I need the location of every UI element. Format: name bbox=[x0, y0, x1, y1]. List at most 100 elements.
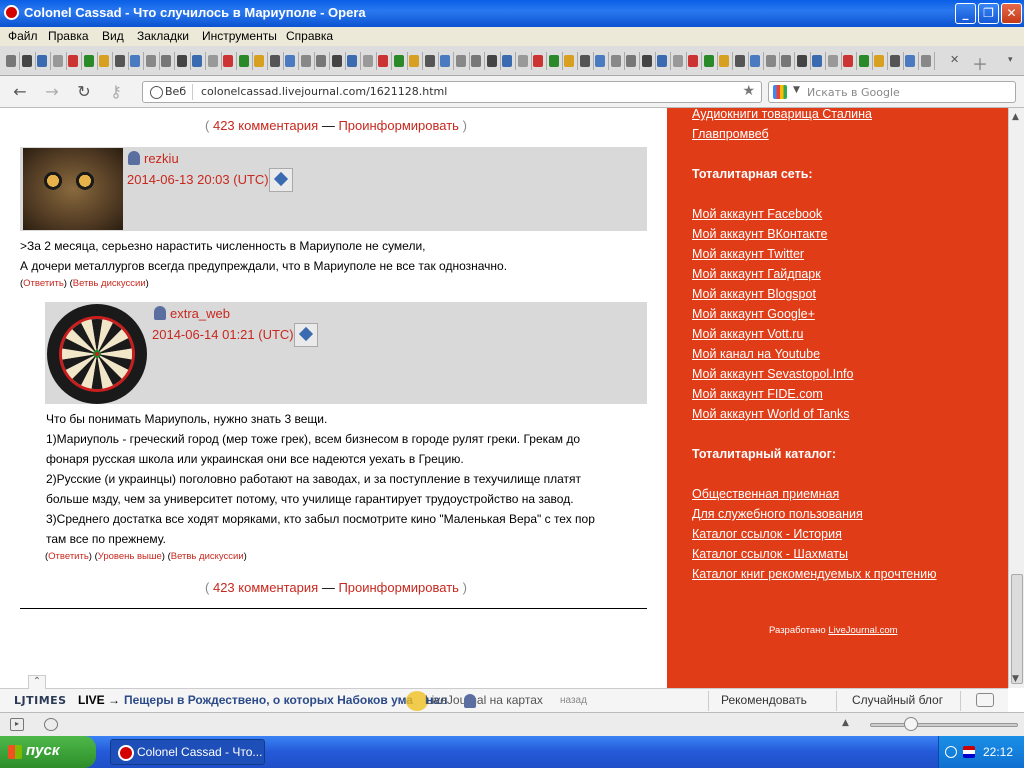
comment-date[interactable]: 2014-06-13 20:03 (UTC) bbox=[127, 172, 269, 187]
news-headline[interactable]: Пещеры в Рождествено, о которых Набоков … bbox=[124, 693, 413, 707]
scroll-down-icon[interactable]: ▼ bbox=[1012, 674, 1019, 684]
tab-favicon-icon[interactable] bbox=[471, 55, 481, 67]
comments-count-link[interactable]: 423 комментария bbox=[213, 118, 318, 133]
recommend-button[interactable]: Рекомендовать bbox=[721, 693, 807, 707]
tab-favicon-icon[interactable] bbox=[130, 55, 140, 67]
inform-link[interactable]: Проинформировать bbox=[338, 118, 459, 133]
sidebar-link[interactable]: Каталог ссылок - Шахматы bbox=[692, 547, 848, 561]
menu-file[interactable]: Файл bbox=[8, 29, 38, 43]
zoom-slider[interactable] bbox=[870, 723, 1018, 727]
tab-favicon-icon[interactable] bbox=[161, 55, 171, 67]
search-engine-dropdown-icon[interactable]: ▼ bbox=[793, 85, 800, 95]
parent-link[interactable]: Уровень выше bbox=[98, 551, 162, 562]
sidebar-link[interactable]: Главпромвеб bbox=[692, 127, 769, 141]
tab-favicon-icon[interactable] bbox=[548, 55, 559, 67]
ljtimes-logo[interactable]: LJTIMES bbox=[14, 694, 67, 707]
tab-favicon-icon[interactable] bbox=[641, 55, 652, 67]
livejournal-link[interactable]: LiveJournal.com bbox=[828, 625, 897, 636]
sidebar-link[interactable]: Мой аккаунт Google+ bbox=[692, 307, 815, 321]
flag-icon[interactable] bbox=[963, 746, 975, 758]
web-badge[interactable]: Веб bbox=[147, 84, 194, 100]
tab-favicon-icon[interactable] bbox=[703, 55, 714, 67]
user-icon[interactable] bbox=[128, 151, 140, 165]
tab-menu-icon[interactable]: ▾ bbox=[1008, 55, 1013, 65]
comment-username[interactable]: extra_web bbox=[154, 306, 230, 321]
tab-favicon-icon[interactable] bbox=[378, 55, 388, 67]
tab-favicon-icon[interactable] bbox=[331, 55, 342, 67]
scroll-up-icon[interactable]: ▲ bbox=[1012, 112, 1019, 122]
tab-favicon-icon[interactable] bbox=[238, 55, 249, 67]
thread-link[interactable]: Ветвь дискуссии bbox=[171, 551, 244, 562]
minimize-button[interactable]: _ bbox=[955, 3, 976, 24]
tab-favicon-icon[interactable] bbox=[579, 55, 590, 67]
tab-favicon-icon[interactable] bbox=[657, 55, 667, 67]
taskbar-item-opera[interactable]: Colonel Cassad - Что... bbox=[110, 739, 265, 765]
expand-up-icon[interactable]: ⌃ bbox=[28, 675, 46, 689]
dartboard-avatar[interactable] bbox=[47, 304, 147, 407]
tab-favicon-icon[interactable] bbox=[750, 55, 760, 67]
tab-favicon-icon[interactable] bbox=[858, 55, 869, 67]
sidebar-link[interactable]: Мой аккаунт Vott.ru bbox=[692, 327, 803, 341]
tab-favicon-icon[interactable] bbox=[347, 55, 357, 67]
tab-favicon-icon[interactable] bbox=[564, 55, 574, 67]
sidebar-link[interactable]: Каталог книг рекомендуемых к прочтению bbox=[692, 567, 937, 581]
search-field[interactable]: ▼ Искать в Google bbox=[768, 81, 1016, 103]
search-placeholder[interactable]: Искать в Google bbox=[807, 86, 900, 99]
user-icon[interactable] bbox=[154, 306, 166, 320]
tab-favicon-icon[interactable] bbox=[812, 55, 822, 67]
tab-favicon-icon[interactable] bbox=[52, 55, 63, 67]
tab-favicon-icon[interactable] bbox=[533, 55, 543, 67]
sidebar-link[interactable]: Аудиокниги товарища Сталина bbox=[692, 108, 872, 121]
comment-date[interactable]: 2014-06-14 01:21 (UTC) bbox=[152, 327, 294, 342]
maximize-button[interactable]: ❐ bbox=[978, 3, 999, 24]
start-button[interactable]: пуск bbox=[0, 736, 96, 768]
inform-link[interactable]: Проинформировать bbox=[338, 580, 459, 595]
tab-favicon-icon[interactable] bbox=[874, 55, 884, 67]
tab-favicon-icon[interactable] bbox=[719, 55, 729, 67]
tab-favicon-icon[interactable] bbox=[424, 55, 435, 67]
sidebar-link[interactable]: Мой аккаунт Twitter bbox=[692, 247, 804, 261]
tab-favicon-icon[interactable] bbox=[595, 55, 605, 67]
tab-favicon-icon[interactable] bbox=[254, 55, 264, 67]
tab-favicon-icon[interactable] bbox=[486, 55, 497, 67]
menu-edit[interactable]: Правка bbox=[48, 29, 89, 43]
address-field[interactable]: Веб colonelcassad.livejournal.com/162112… bbox=[142, 81, 762, 103]
tab-favicon-icon[interactable] bbox=[843, 55, 853, 67]
tab-favicon-icon[interactable] bbox=[688, 55, 698, 67]
back-icon[interactable]: ← bbox=[10, 82, 30, 102]
tab-favicon-icon[interactable] bbox=[269, 55, 280, 67]
tab-favicon-icon[interactable] bbox=[223, 55, 233, 67]
tab-favicon-icon[interactable] bbox=[440, 55, 450, 67]
tab-favicon-icon[interactable] bbox=[145, 55, 156, 67]
reply-link[interactable]: Ответить bbox=[23, 278, 64, 289]
tab-favicon-icon[interactable] bbox=[83, 55, 94, 67]
sidebar-link[interactable]: Мой аккаунт ВКонтакте bbox=[692, 227, 827, 241]
tab-favicon-icon[interactable] bbox=[905, 55, 915, 67]
tab-favicon-icon[interactable] bbox=[889, 55, 900, 67]
google-icon[interactable] bbox=[773, 85, 787, 99]
sidebar-link[interactable]: Мой аккаунт Facebook bbox=[692, 207, 822, 221]
close-button[interactable]: ✕ bbox=[1001, 3, 1022, 24]
sidebar-link[interactable]: Мой аккаунт Гайдпарк bbox=[692, 267, 821, 281]
tab-favicon-icon[interactable] bbox=[300, 55, 311, 67]
news-overlay[interactable]: нал LiveJournal на картах bbox=[425, 693, 569, 707]
tab-favicon-icon[interactable] bbox=[99, 55, 109, 67]
tab-favicon-icon[interactable] bbox=[192, 55, 202, 67]
tab-favicon-icon[interactable] bbox=[285, 55, 295, 67]
menu-help[interactable]: Справка bbox=[286, 29, 333, 43]
menu-view[interactable]: Вид bbox=[102, 29, 124, 43]
tab-favicon-icon[interactable] bbox=[37, 55, 47, 67]
chat-icon[interactable] bbox=[976, 693, 994, 707]
sidebar-link[interactable]: Мой аккаунт Sevastopol.Info bbox=[692, 367, 853, 381]
zoom-slider-knob[interactable] bbox=[904, 717, 918, 731]
pin-icon[interactable] bbox=[269, 168, 293, 192]
zoom-menu-icon[interactable]: ▲ bbox=[842, 718, 849, 728]
tab-favicon-icon[interactable] bbox=[393, 55, 404, 67]
tab-favicon-icon[interactable] bbox=[409, 55, 419, 67]
tab-favicon-icon[interactable] bbox=[21, 55, 32, 67]
tab-favicon-icon[interactable] bbox=[672, 55, 683, 67]
sidebar-link[interactable]: Мой аккаунт FIDE.com bbox=[692, 387, 823, 401]
tab-favicon-icon[interactable] bbox=[781, 55, 791, 67]
tab-favicon-icon[interactable] bbox=[68, 55, 78, 67]
close-tab-icon[interactable]: ✕ bbox=[950, 53, 964, 67]
